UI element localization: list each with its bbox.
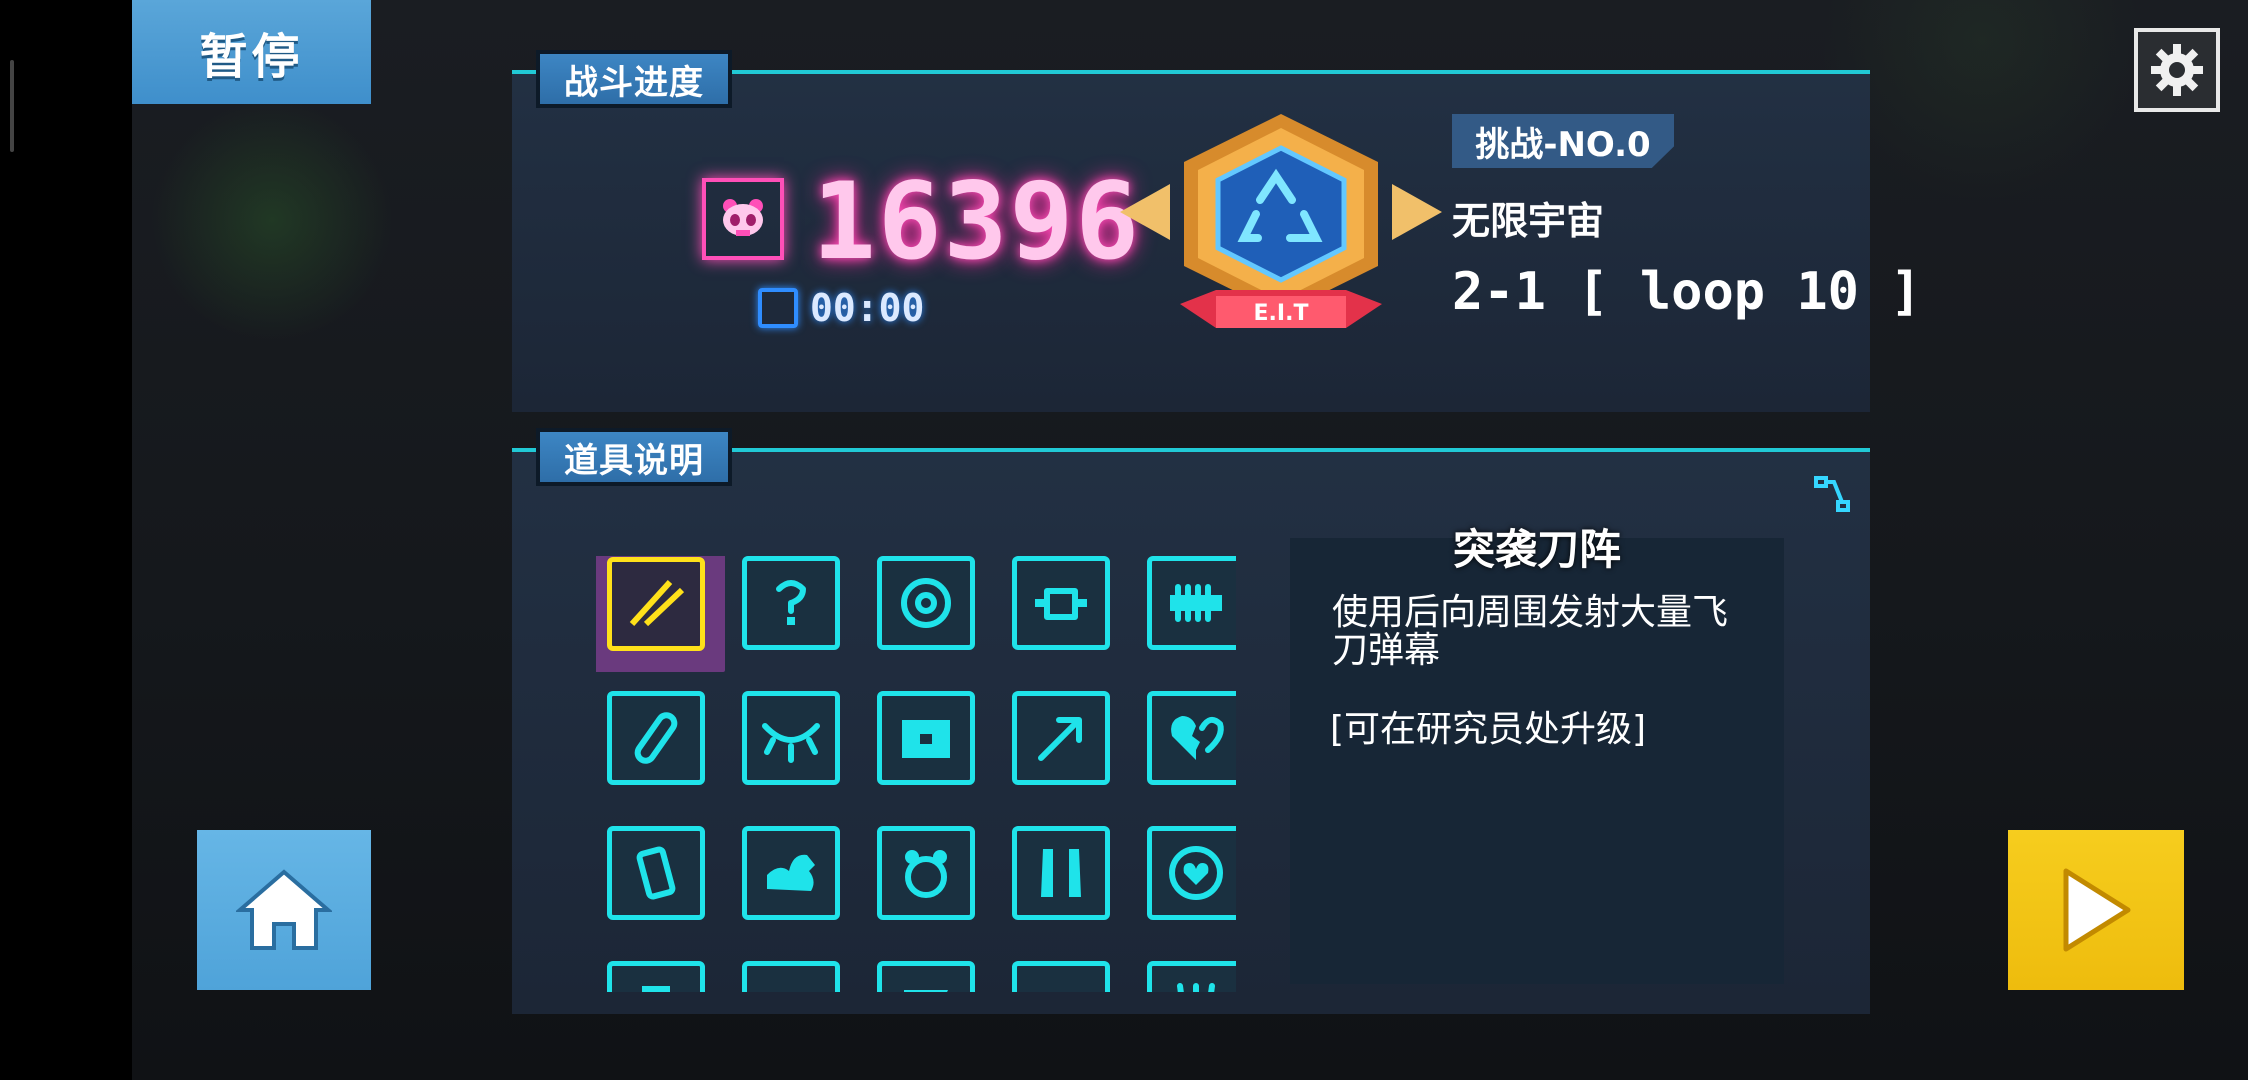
chest-icon (902, 720, 950, 758)
dome-icon (759, 976, 823, 992)
vest-icon (1041, 849, 1081, 897)
selected-item-slot[interactable] (607, 557, 705, 651)
spike-bar-icon (1170, 584, 1222, 622)
eye-trap-icon (762, 723, 820, 763)
flag-icon (904, 990, 948, 992)
item-name: 突袭刀阵 (1452, 525, 1621, 574)
item-description-tab: 道具说明 (536, 428, 732, 486)
item-slot[interactable] (742, 556, 840, 650)
score-value: 16396 (812, 160, 1142, 283)
item-slot[interactable] (596, 556, 725, 672)
item-detail-box: 突袭刀阵 使用后向周围发射大量飞刀弹幕 [可在研究员处升级] (1290, 525, 1784, 984)
expand-icon[interactable] (1814, 476, 1850, 512)
challenge-number-tag: 挑战-NO.0 (1452, 114, 1674, 168)
capsule-icon (634, 712, 678, 764)
battle-progress-tab: 战斗进度 (536, 50, 732, 108)
battle-progress-title: 战斗进度 (564, 62, 704, 103)
arrow-icon (1038, 717, 1082, 761)
item-slot[interactable] (742, 961, 840, 992)
gear-icon (2151, 44, 2203, 96)
challenge-label: 挑战-NO.0 (1475, 124, 1651, 165)
home-icon (236, 869, 332, 950)
item-slot[interactable] (877, 556, 975, 650)
item-slot[interactable] (877, 961, 975, 992)
item-slot[interactable] (1012, 826, 1110, 920)
item-slot[interactable] (1147, 691, 1236, 785)
item-description-title: 道具说明 (564, 440, 704, 481)
item-slot[interactable] (1012, 691, 1110, 785)
item-slot[interactable] (1012, 556, 1110, 650)
badge-ribbon-text: E.I.T (1254, 301, 1309, 326)
item-slot[interactable] (877, 826, 975, 920)
mystery-icon (776, 580, 806, 625)
item-slot[interactable] (742, 691, 840, 785)
panda-icon (905, 850, 947, 898)
item-description: 使用后向周围发射大量飞刀弹幕 (1332, 592, 1729, 671)
broken-heart-icon (1171, 716, 1224, 760)
item-icon (642, 986, 670, 992)
item-upgrade-note: [可在研究员处升级] (1330, 709, 1647, 750)
battery-icon (636, 846, 676, 900)
ring-icon (901, 578, 951, 628)
drone-icon (1035, 588, 1087, 620)
play-icon (2063, 868, 2131, 952)
recycle-rank-badge-icon: E.I.T (1120, 114, 1442, 328)
item-grid (596, 556, 1236, 992)
item-description-panel: 道具说明 突袭刀阵 使用后向周围发射大量飞刀弹幕 [可在研究员处升级] (512, 428, 1870, 1014)
claw-icon (1177, 983, 1215, 992)
item-slot[interactable] (607, 961, 705, 992)
screen-edge-indicator (10, 60, 14, 152)
level-indicator: 2-1 [ loop 10 ] (1452, 262, 1922, 322)
item-slot[interactable] (1012, 961, 1110, 992)
item-slot[interactable] (1147, 556, 1236, 650)
scroll-icon (1029, 976, 1093, 992)
pause-label: 暂停 (199, 29, 304, 85)
stopwatch-icon (758, 288, 798, 328)
home-button[interactable] (197, 830, 371, 990)
world-name: 无限宇宙 (1452, 199, 1605, 243)
muscle-arm-icon (767, 854, 815, 891)
item-slot[interactable] (607, 826, 705, 920)
item-slot[interactable] (1147, 826, 1236, 920)
item-slot[interactable] (742, 826, 840, 920)
item-slot[interactable] (877, 691, 975, 785)
kill-count-icon-frame (702, 178, 784, 260)
item-slot[interactable] (607, 691, 705, 785)
knife-barrage-icon (629, 579, 685, 627)
battle-progress-panel: 战斗进度 16396 00:00 E.I.T 挑战-NO.0 无限宇宙 2-1 … (512, 50, 1922, 412)
item-slot[interactable] (1147, 961, 1236, 992)
settings-button[interactable] (2134, 28, 2220, 112)
timer-value: 00:00 (810, 286, 925, 330)
heart-shield-icon (1169, 846, 1223, 900)
skull-icon (723, 199, 763, 236)
pause-title: 暂停 (132, 0, 371, 104)
resume-play-button[interactable] (2008, 830, 2184, 990)
